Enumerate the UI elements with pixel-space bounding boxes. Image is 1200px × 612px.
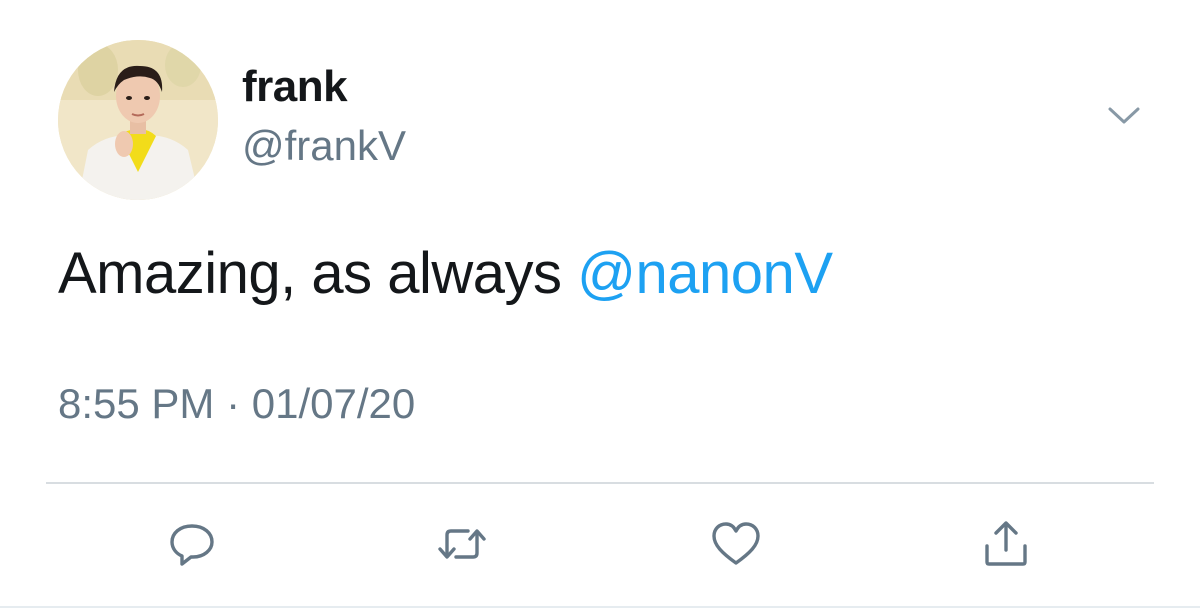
reply-button[interactable] <box>162 514 222 574</box>
tweet-text-body: Amazing, as always <box>58 241 578 306</box>
reply-bubble-icon <box>170 524 214 566</box>
mention-link[interactable]: @nanonV <box>577 241 833 306</box>
display-name[interactable]: frank <box>242 62 348 112</box>
share-button[interactable] <box>976 514 1036 574</box>
avatar[interactable] <box>58 40 218 200</box>
timestamp[interactable]: 8:55 PM · 01/07/20 <box>58 380 415 428</box>
tweet-text: Amazing, as always @nanonV <box>58 240 833 307</box>
retweet-icon <box>438 529 486 559</box>
share-upload-icon <box>985 521 1027 566</box>
bottom-border <box>0 606 1200 608</box>
retweet-button[interactable] <box>432 514 492 574</box>
tweet-card: frank @frankV Amazing, as always @nanonV… <box>0 0 1200 612</box>
like-button[interactable] <box>706 514 766 574</box>
avatar-photo <box>58 40 218 200</box>
user-handle[interactable]: @frankV <box>242 122 406 170</box>
chevron-down-icon[interactable] <box>1104 100 1144 130</box>
heart-icon <box>712 522 760 565</box>
divider <box>46 482 1154 484</box>
